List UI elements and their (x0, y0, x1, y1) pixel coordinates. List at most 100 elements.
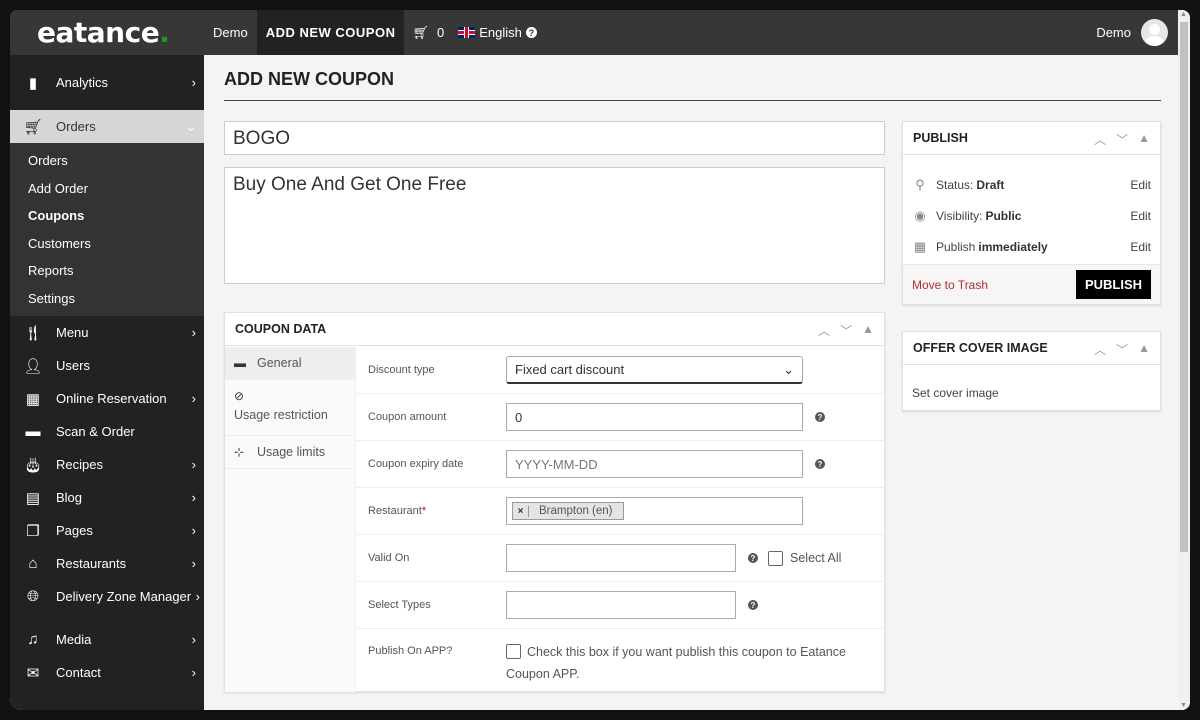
scrollbar-thumb[interactable] (1180, 22, 1188, 552)
submenu-orders[interactable]: Orders (10, 147, 204, 175)
collapse-icon[interactable]: ▲ (1138, 341, 1150, 358)
blog-icon: ▤ (25, 489, 41, 507)
sidebar-item-label: Online Reservation (56, 391, 167, 406)
bar-chart-icon: ▮ (28, 74, 38, 92)
collapse-icon[interactable]: ▲ (1138, 131, 1150, 148)
help-icon[interactable]: ? (748, 600, 758, 610)
sidebar-item-restaurants[interactable]: ⌂ Restaurants › (10, 547, 204, 580)
sidebar-item-online-reservation[interactable]: ▦ Online Reservation › (10, 382, 204, 415)
eye-icon: ◉ (914, 207, 926, 223)
help-icon[interactable]: ? (815, 412, 825, 422)
sidebar-item-label: Pages (56, 523, 93, 538)
chevron-right-icon: › (191, 632, 196, 647)
cart-button[interactable]: 🛒︎ 0 (404, 25, 452, 41)
move-up-icon[interactable]: ︿ (1094, 341, 1106, 358)
offer-cover-image-panel: OFFER COVER IMAGE ︿ ﹀ ▲ Set cover image (902, 331, 1161, 411)
publish-footer: Move to Trash PUBLISH (903, 264, 1160, 304)
avatar[interactable] (1141, 19, 1168, 46)
discount-type-select[interactable]: Fixed cart discount ⌄ (506, 356, 803, 384)
sidebar-item-scan-order[interactable]: ▬ Scan & Order (10, 415, 204, 448)
expiry-date-input[interactable]: YYYY-MM-DD (506, 450, 803, 478)
sidebar-item-label: Users (56, 358, 90, 373)
sidebar-item-media[interactable]: ♫ Media › (10, 623, 204, 656)
edit-status-link[interactable]: Edit (1130, 178, 1151, 192)
sidebar-item-label: Scan & Order (56, 424, 135, 439)
chevron-right-icon: › (191, 325, 196, 340)
tab-label: Usage restriction (234, 407, 328, 422)
help-icon[interactable]: ? (815, 459, 825, 469)
select-value: Fixed cart discount (515, 362, 625, 377)
logo[interactable]: eatance. (10, 10, 204, 55)
coupon-code-input[interactable]: BOGO (224, 121, 885, 155)
tab-general[interactable]: ▬ General (225, 347, 355, 380)
collapse-icon[interactable]: ▲ (862, 322, 874, 339)
scroll-up-icon[interactable]: ▲ (1180, 11, 1187, 18)
valid-on-input[interactable] (506, 544, 736, 572)
current-page-tab[interactable]: ADD NEW COUPON (256, 10, 405, 55)
coupon-description-textarea[interactable]: Buy One And Get One Free (224, 167, 885, 284)
submenu-settings[interactable]: Settings (10, 285, 204, 313)
chevron-right-icon: › (191, 75, 196, 90)
orders-submenu: Orders Add Order Coupons Customers Repor… (10, 143, 204, 316)
language-selector[interactable]: English? (452, 25, 543, 40)
tab-usage-restriction[interactable]: ⊘ Usage restriction (225, 380, 355, 436)
select-all-checkbox[interactable]: Select All (768, 550, 841, 566)
calendar-icon: ▦ (25, 390, 41, 408)
field-label: Valid On (368, 552, 410, 564)
calendar-icon: ▦ (913, 238, 927, 254)
language-label: English (479, 25, 522, 40)
sidebar-item-menu[interactable]: 🍴︎ Menu › (10, 316, 204, 349)
submenu-customers[interactable]: Customers (10, 230, 204, 258)
publish-app-option: Check this box if you want publish this … (506, 641, 856, 685)
chevron-right-icon: › (191, 665, 196, 680)
sidebar-item-orders[interactable]: 🛒︎ Orders ⌄ (10, 110, 204, 143)
move-down-icon[interactable]: ﹀ (840, 322, 852, 339)
move-down-icon[interactable]: ﹀ (1116, 341, 1128, 358)
sidebar-item-contact[interactable]: ✉ Contact › (10, 656, 204, 689)
select-types-input[interactable] (506, 591, 736, 619)
user-name[interactable]: Demo (1096, 25, 1131, 40)
ticket-icon: ▬ (234, 356, 246, 370)
chevron-right-icon: › (195, 589, 200, 604)
set-cover-image-link[interactable]: Set cover image (912, 386, 999, 400)
edit-schedule-link[interactable]: Edit (1130, 240, 1151, 254)
status-value: Draft (976, 177, 1005, 192)
publish-button[interactable]: PUBLISH (1075, 270, 1151, 299)
globe-icon: 🌐︎ (26, 588, 39, 605)
sidebar-item-recipes[interactable]: 🎂︎ Recipes › (10, 448, 204, 481)
cake-icon: 🎂︎ (23, 456, 43, 474)
submenu-coupons[interactable]: Coupons (10, 202, 204, 230)
sidebar-item-label: Analytics (56, 75, 109, 90)
sidebar-item-pages[interactable]: ❐ Pages › (10, 514, 204, 547)
sidebar-item-users[interactable]: 👤︎ Users (10, 349, 204, 382)
remove-tag-icon[interactable]: × (513, 505, 529, 517)
help-icon[interactable]: ? (525, 27, 537, 38)
help-icon[interactable]: ? (748, 553, 758, 563)
move-up-icon[interactable]: ︿ (1094, 131, 1106, 148)
sidebar-item-analytics[interactable]: ▮ Analytics › (10, 55, 204, 110)
submenu-reports[interactable]: Reports (10, 257, 204, 285)
sidebar-item-label: Orders (56, 119, 96, 134)
publish-app-checkbox[interactable] (506, 644, 521, 659)
coupon-amount-input[interactable]: 0 (506, 403, 803, 431)
restaurant-multiselect[interactable]: × Brampton (en) (506, 497, 803, 525)
sidebar: ▮ Analytics › 🛒︎ Orders ⌄ Orders Add Ord… (10, 55, 204, 710)
status-row: ⚲ Status: Draft Edit (903, 169, 1160, 200)
sidebar-item-blog[interactable]: ▤ Blog › (10, 481, 204, 514)
move-to-trash-link[interactable]: Move to Trash (912, 278, 988, 292)
page-title: ADD NEW COUPON (224, 69, 394, 89)
vertical-scrollbar[interactable]: ▲ ▼ (1178, 10, 1190, 710)
panel-controls: ︿ ﹀ ▲ (1094, 341, 1150, 358)
tab-usage-limits[interactable]: ⊹ Usage limits (225, 436, 355, 469)
edit-visibility-link[interactable]: Edit (1130, 209, 1151, 223)
submenu-add-order[interactable]: Add Order (10, 175, 204, 203)
schedule-label: Publish (936, 239, 976, 254)
scroll-down-icon[interactable]: ▼ (1180, 702, 1187, 709)
field-label: Discount type (368, 364, 435, 376)
move-up-icon[interactable]: ︿ (818, 322, 830, 339)
restaurant-row: Restaurant* × Brampton (en) (356, 488, 885, 535)
checkbox[interactable] (768, 550, 783, 566)
sidebar-item-delivery-zone-manager[interactable]: 🌐︎ Delivery Zone Manager › (10, 580, 204, 613)
move-down-icon[interactable]: ﹀ (1116, 131, 1128, 148)
demo-link[interactable]: Demo (204, 10, 257, 55)
